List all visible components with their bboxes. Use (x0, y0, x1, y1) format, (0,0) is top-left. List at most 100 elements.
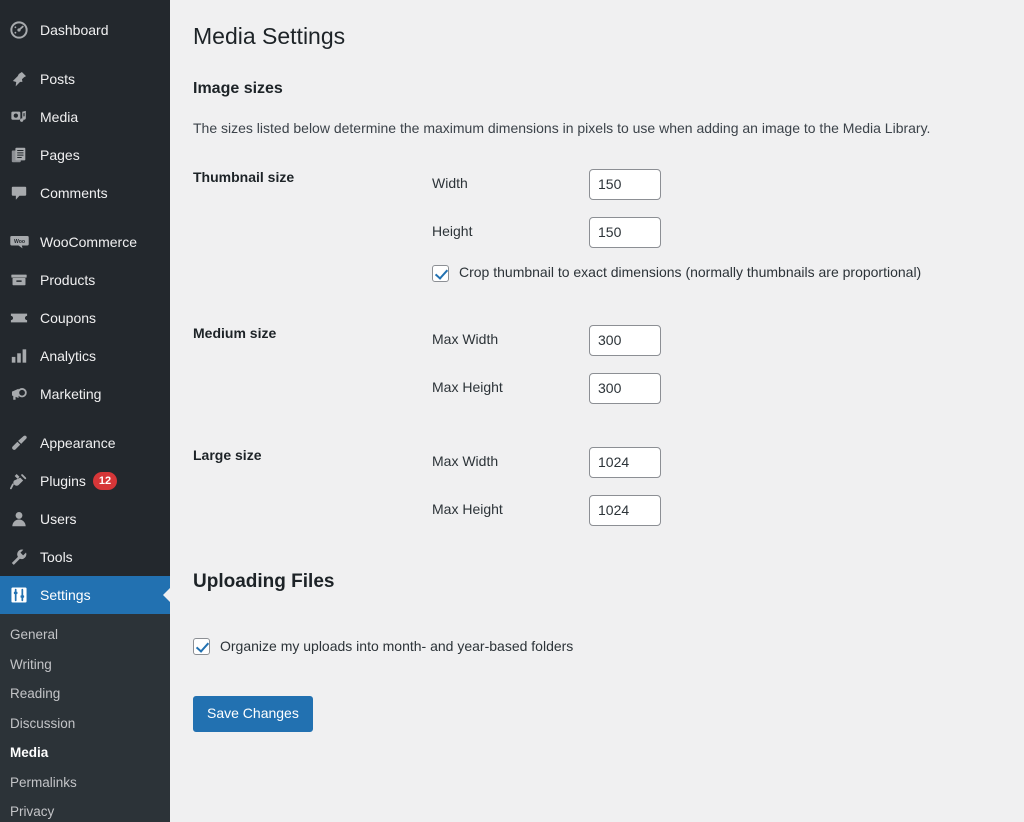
sidebar-item-label: Users (40, 511, 77, 527)
sidebar-group-divider-3 (0, 413, 170, 424)
products-icon (8, 270, 30, 290)
media-icon (8, 107, 30, 127)
settings-icon (8, 585, 30, 605)
sidebar-item-label: WooCommerce (40, 234, 137, 250)
sidebar-group-content: Posts Media Pages Comments (0, 60, 170, 212)
sidebar-item-tools[interactable]: Tools (0, 538, 170, 576)
users-icon (8, 509, 30, 529)
submenu-item-privacy[interactable]: Privacy (0, 797, 170, 822)
sidebar-item-dashboard[interactable]: Dashboard (0, 11, 170, 49)
large-max-width-input[interactable] (589, 447, 661, 478)
sidebar-item-label: Media (40, 109, 78, 125)
sidebar-item-pages[interactable]: Pages (0, 136, 170, 174)
sidebar-item-comments[interactable]: Comments (0, 174, 170, 212)
row-spacer-2 (193, 412, 1024, 438)
medium-size-label: Medium size (193, 316, 432, 342)
submenu-item-permalinks[interactable]: Permalinks (0, 768, 170, 798)
sidebar-group-woocommerce: Woo WooCommerce Products Coupons (0, 223, 170, 413)
organize-uploads-line: Organize my uploads into month- and year… (193, 630, 1024, 664)
image-sizes-heading: Image sizes (193, 78, 1024, 100)
row-spacer-1 (193, 290, 1024, 316)
sidebar-item-label: Pages (40, 147, 80, 163)
medium-max-width-label: Max Width (432, 330, 589, 350)
sidebar-item-posts[interactable]: Posts (0, 60, 170, 98)
submenu-item-discussion[interactable]: Discussion (0, 709, 170, 739)
sidebar-item-label: Posts (40, 71, 75, 87)
sidebar-item-label: Appearance (40, 435, 116, 451)
plugins-update-badge: 12 (93, 472, 117, 490)
thumbnail-width-input[interactable] (589, 169, 661, 200)
wordpress-admin-screen: Dashboard Posts Media Pag (0, 0, 1024, 822)
crop-thumbnail-label[interactable]: Crop thumbnail to exact dimensions (norm… (459, 263, 921, 283)
large-max-height-input[interactable] (589, 495, 661, 526)
media-settings-content: Media Settings Image sizes The sizes lis… (170, 0, 1024, 822)
admin-sidebar: Dashboard Posts Media Pag (0, 0, 170, 822)
medium-max-height-line: Max Height (432, 364, 1024, 412)
sidebar-item-appearance[interactable]: Appearance (0, 424, 170, 462)
large-max-width-line: Max Width (432, 438, 1024, 486)
sidebar-group-dashboard: Dashboard (0, 11, 170, 49)
sidebar-item-users[interactable]: Users (0, 500, 170, 538)
comments-icon (8, 183, 30, 203)
sidebar-top-spacer (0, 0, 170, 11)
sidebar-item-analytics[interactable]: Analytics (0, 337, 170, 375)
svg-text:Woo: Woo (13, 238, 24, 244)
uploading-section-spacer (193, 534, 1024, 560)
sidebar-item-label: Coupons (40, 310, 96, 326)
crop-thumbnail-checkbox[interactable] (432, 265, 449, 282)
medium-max-width-line: Max Width (432, 316, 1024, 364)
sidebar-item-settings[interactable]: Settings (0, 576, 170, 614)
coupons-icon (8, 308, 30, 328)
thumbnail-height-label: Height (432, 222, 589, 242)
submenu-item-reading[interactable]: Reading (0, 679, 170, 709)
sidebar-item-coupons[interactable]: Coupons (0, 299, 170, 337)
appearance-icon (8, 433, 30, 453)
sidebar-group-admin: Appearance Plugins 12 Users Tools (0, 424, 170, 614)
pin-icon (8, 69, 30, 89)
large-size-fields: Max Width Max Height (432, 438, 1024, 534)
organize-uploads-checkbox[interactable] (193, 638, 210, 655)
thumbnail-width-line: Width (432, 160, 1024, 208)
sidebar-item-plugins[interactable]: Plugins 12 (0, 462, 170, 500)
settings-submenu: General Writing Reading Discussion Media… (0, 614, 170, 822)
sidebar-item-label: Dashboard (40, 22, 109, 38)
sidebar-item-label: Comments (40, 185, 108, 201)
large-size-label: Large size (193, 438, 432, 464)
thumbnail-width-label: Width (432, 174, 589, 194)
thumbnail-height-line: Height (432, 208, 1024, 256)
analytics-icon (8, 346, 30, 366)
sidebar-item-label: Settings (40, 587, 91, 603)
large-max-height-label: Max Height (432, 500, 589, 520)
dashboard-icon (8, 20, 30, 40)
large-size-row: Large size Max Width Max Height (193, 438, 1024, 534)
marketing-icon (8, 384, 30, 404)
save-changes-button[interactable]: Save Changes (193, 696, 313, 732)
submenu-item-media[interactable]: Media (0, 738, 170, 768)
large-max-height-line: Max Height (432, 486, 1024, 534)
sidebar-item-media[interactable]: Media (0, 98, 170, 136)
sidebar-item-label: Products (40, 272, 95, 288)
sidebar-item-products[interactable]: Products (0, 261, 170, 299)
thumbnail-height-input[interactable] (589, 217, 661, 248)
medium-max-height-label: Max Height (432, 378, 589, 398)
sidebar-item-marketing[interactable]: Marketing (0, 375, 170, 413)
sidebar-group-divider-1 (0, 49, 170, 60)
sidebar-group-divider-2 (0, 212, 170, 223)
sidebar-item-label: Plugins (40, 473, 86, 489)
image-sizes-description: The sizes listed below determine the max… (193, 118, 1024, 139)
page-title: Media Settings (193, 13, 1024, 56)
medium-max-width-input[interactable] (589, 325, 661, 356)
thumbnail-size-fields: Width Height Crop thumbnail to exact dim… (432, 160, 1024, 290)
sidebar-item-label: Marketing (40, 386, 101, 402)
medium-max-height-input[interactable] (589, 373, 661, 404)
thumbnail-size-row: Thumbnail size Width Height Crop thumbna… (193, 160, 1024, 290)
submenu-item-writing[interactable]: Writing (0, 650, 170, 680)
sidebar-item-woocommerce[interactable]: Woo WooCommerce (0, 223, 170, 261)
submenu-item-general[interactable]: General (0, 620, 170, 650)
thumbnail-size-label: Thumbnail size (193, 160, 432, 186)
organize-uploads-label[interactable]: Organize my uploads into month- and year… (220, 637, 573, 657)
crop-thumbnail-line: Crop thumbnail to exact dimensions (norm… (432, 256, 1024, 290)
sidebar-item-label: Tools (40, 549, 73, 565)
plugins-icon (8, 471, 30, 491)
pages-icon (8, 145, 30, 165)
